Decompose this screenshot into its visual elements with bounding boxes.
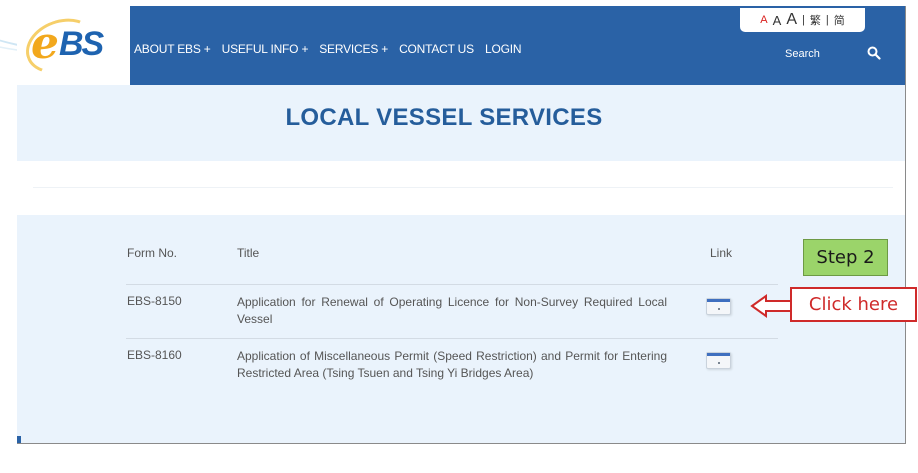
nav-useful-info[interactable]: USEFUL INFO +: [222, 42, 309, 56]
nav-about-ebs[interactable]: ABOUT EBS +: [134, 42, 211, 56]
nav-login[interactable]: LOGIN: [485, 42, 522, 56]
font-size-large-button[interactable]: A: [786, 11, 797, 29]
slide: e BS ABOUT EBS + USEFUL INFO + SERVICES …: [0, 0, 918, 473]
main-nav: ABOUT EBS + USEFUL INFO + SERVICES + CON…: [134, 42, 532, 56]
form-title: Application for Renewal of Operating Lic…: [237, 295, 667, 326]
search-input[interactable]: [785, 44, 865, 64]
font-language-bar: A A A | 繁 | 简: [740, 8, 865, 32]
column-header-title: Title: [237, 246, 260, 260]
form-link-icon-bar: [707, 353, 730, 356]
table-row: EBS-8160 Application of Miscellaneous Pe…: [126, 338, 778, 398]
search-box: [785, 44, 885, 64]
step-badge: Step 2: [803, 239, 888, 276]
form-link-icon-dot: [718, 362, 720, 364]
separator: |: [801, 14, 805, 26]
left-arrow-icon: [750, 294, 793, 318]
form-link-icon-dot: [718, 308, 720, 310]
nav-services[interactable]: SERVICES +: [319, 42, 388, 56]
click-here-callout: Click here: [790, 287, 917, 322]
column-header-link: Link: [710, 246, 733, 260]
form-number: EBS-8150: [127, 294, 182, 308]
logo-bs-letters: BS: [59, 25, 104, 63]
page-title: LOCAL VESSEL SERVICES: [285, 104, 603, 131]
column-header-form-no: Form No.: [127, 246, 178, 260]
lang-traditional-link[interactable]: 繁: [810, 12, 821, 28]
form-title: Application of Miscellaneous Permit (Spe…: [237, 349, 667, 380]
search-icon[interactable]: [867, 46, 881, 60]
logo-e-letter: e: [31, 18, 59, 69]
form-number: EBS-8160: [127, 348, 182, 362]
ebs-logo[interactable]: e BS: [17, 6, 130, 85]
divider: [33, 187, 893, 188]
separator: |: [825, 14, 829, 26]
form-link-icon[interactable]: [706, 298, 731, 315]
form-link-icon[interactable]: [706, 352, 731, 369]
site-header: e BS ABOUT EBS + USEFUL INFO + SERVICES …: [17, 6, 905, 85]
font-size-medium-button[interactable]: A: [773, 13, 782, 28]
table-row: EBS-8150 Application for Renewal of Oper…: [126, 284, 778, 338]
font-size-small-button[interactable]: A: [760, 14, 767, 26]
form-link-icon-bar: [707, 299, 730, 302]
lang-simplified-link[interactable]: 简: [834, 12, 845, 28]
nav-contact-us[interactable]: CONTACT US: [399, 42, 474, 56]
panel-accent-bar: [17, 436, 21, 443]
